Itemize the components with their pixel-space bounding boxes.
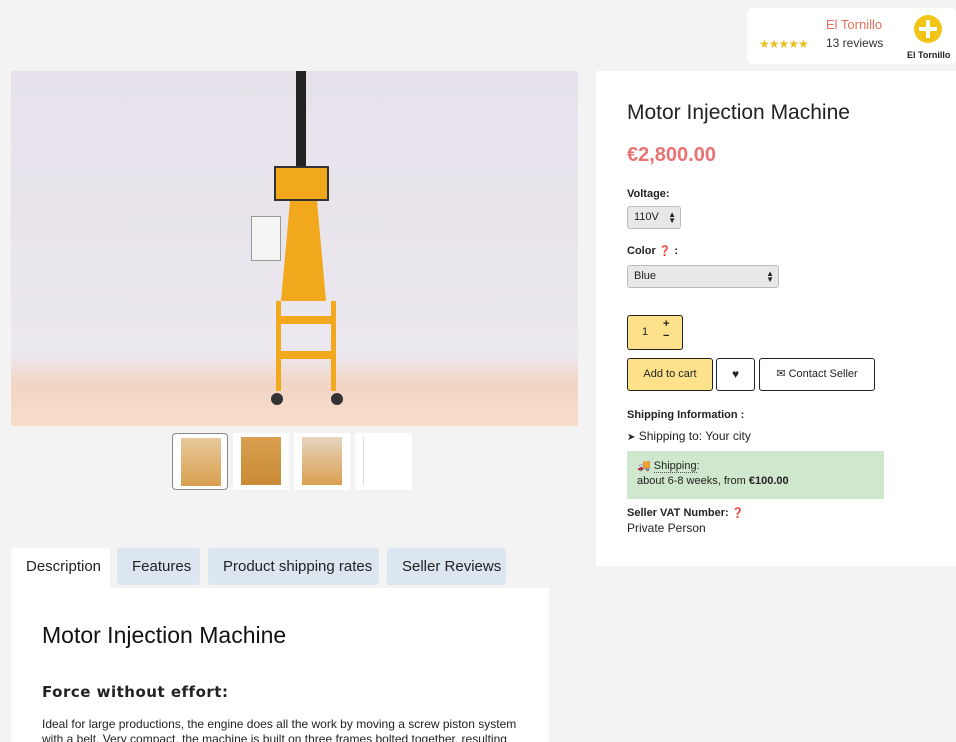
- thumbnail-3[interactable]: [294, 433, 350, 490]
- contact-seller-button[interactable]: ✉ Contact Seller: [759, 358, 875, 391]
- wishlist-button[interactable]: ♥: [716, 358, 755, 391]
- plus-icon[interactable]: +: [663, 318, 669, 330]
- voltage-value: 110V: [634, 211, 659, 223]
- seller-badge[interactable]: El Tornillo ★★★★★ 13 reviews El Tornillo: [747, 8, 956, 64]
- help-icon[interactable]: ❓: [732, 508, 744, 519]
- seller-logo[interactable]: El Tornillo: [907, 15, 951, 61]
- product-info-panel: Motor Injection Machine €2,800.00 Voltag…: [596, 71, 956, 566]
- seller-name-link[interactable]: El Tornillo: [826, 17, 882, 32]
- seller-reviews-count[interactable]: 13 reviews: [826, 36, 883, 50]
- color-select[interactable]: Blue ▲ ▼: [627, 265, 779, 288]
- shipping-estimate-box: 🚚 Shipping: about 6-8 weeks, from €100.0…: [627, 451, 884, 499]
- envelope-icon: ✉: [776, 368, 786, 380]
- plus-logo-icon: [914, 15, 942, 43]
- heart-icon: ♥: [731, 367, 740, 381]
- thumbnail-1[interactable]: [172, 433, 228, 490]
- tab-shipping-rates[interactable]: Product shipping rates: [208, 548, 379, 585]
- select-arrows-icon: ▲ ▼: [668, 210, 676, 225]
- product-main-image[interactable]: [11, 71, 578, 426]
- description-subheading: Force without effort:: [42, 683, 229, 701]
- vat-value: Private Person: [627, 521, 706, 535]
- shipping-title[interactable]: Shipping: [653, 460, 697, 473]
- voltage-select[interactable]: 110V ▲ ▼: [627, 206, 681, 229]
- add-to-cart-button[interactable]: Add to cart: [627, 358, 713, 391]
- select-arrows-icon: ▲ ▼: [766, 269, 774, 284]
- thumbnail-4[interactable]: [355, 433, 412, 490]
- help-icon[interactable]: ❓: [659, 246, 671, 257]
- seller-rating-stars: ★★★★★: [759, 37, 809, 51]
- shipping-amount: €100.00: [748, 475, 789, 487]
- color-label: Color ❓ :: [627, 245, 678, 257]
- quantity-value: 1: [642, 326, 649, 338]
- shipping-estimate-text: about 6-8 weeks, from: [637, 475, 749, 487]
- product-title: Motor Injection Machine: [627, 101, 850, 124]
- voltage-label: Voltage:: [627, 188, 670, 200]
- shipping-to: ➤ Shipping to: Your city: [627, 429, 751, 443]
- product-price: €2,800.00: [627, 144, 716, 166]
- description-heading: Motor Injection Machine: [42, 622, 287, 648]
- tab-description[interactable]: Description: [11, 548, 110, 588]
- vat-label: Seller VAT Number: ❓: [627, 507, 745, 519]
- description-text: Ideal for large productions, the engine …: [42, 717, 517, 742]
- tab-features[interactable]: Features: [117, 548, 200, 585]
- logo-text: El Tornillo: [907, 50, 951, 60]
- description-panel: Motor Injection Machine Force without ef…: [11, 588, 549, 742]
- machine-illustration: [236, 71, 366, 421]
- location-arrow-icon: ➤: [627, 432, 636, 443]
- truck-icon: 🚚: [637, 460, 651, 472]
- quantity-stepper[interactable]: 1 + −: [627, 315, 683, 350]
- tab-seller-reviews[interactable]: Seller Reviews: [387, 548, 506, 585]
- shipping-city[interactable]: Your city: [705, 429, 751, 443]
- thumbnail-2[interactable]: [233, 433, 289, 490]
- shipping-info-label: Shipping Information :: [627, 409, 745, 421]
- minus-icon[interactable]: −: [663, 330, 669, 342]
- color-value: Blue: [634, 270, 657, 282]
